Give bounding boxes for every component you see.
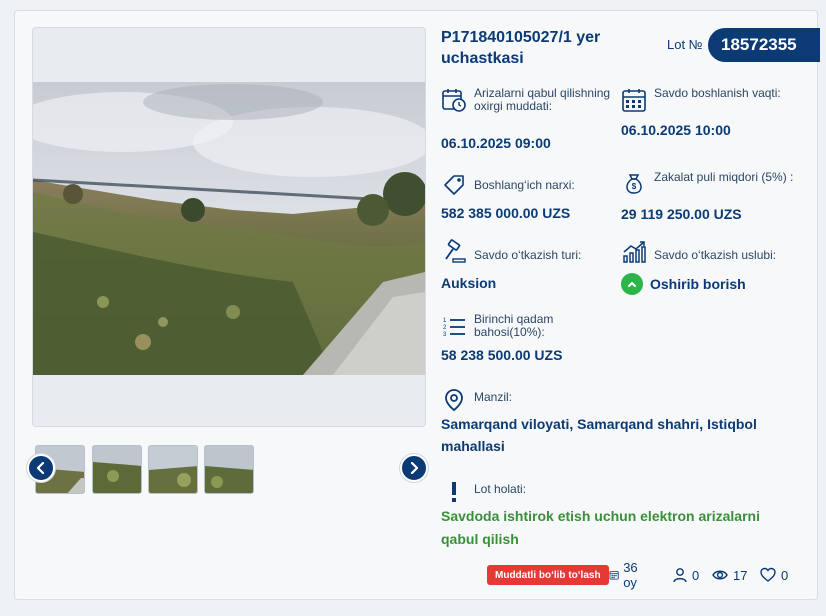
application-deadline-value: 06.10.2025 09:00: [441, 135, 551, 151]
lot-status-label: Lot holati:: [474, 482, 527, 496]
calendar-icon: [609, 571, 619, 580]
gallery-next-button[interactable]: [400, 454, 428, 482]
auction-type-value: Auksion: [441, 275, 497, 291]
svg-text:1: 1: [443, 318, 447, 324]
application-deadline-field: Arizalarni qabul qilishning oxirgi mudda…: [441, 86, 611, 152]
first-step-field: 123 Birinchi qadam bahosi(10%): 58 238 5…: [441, 312, 611, 364]
lot-number-badge: 18572355: [708, 28, 820, 62]
auction-type-label: Savdo o‘tkazish turi:: [474, 248, 582, 262]
application-deadline-label: Arizalarni qabul qilishning oxirgi mudda…: [474, 86, 611, 113]
chevron-up-icon: [621, 273, 643, 295]
auction-method-field: Savdo o‘tkazish uslubi: Oshirib borish: [621, 239, 801, 295]
svg-text:2: 2: [443, 325, 447, 331]
start-price-label: Boshlang‘ich narxi:: [474, 178, 575, 192]
participants-stat: 0: [672, 565, 699, 585]
money-bag-icon: $: [621, 171, 647, 197]
months-value: 36 oy: [623, 560, 638, 590]
thumbnail-4[interactable]: [204, 445, 254, 494]
auction-start-label: Savdo boshlanish vaqti:: [654, 86, 781, 100]
thumbnail-strip: [35, 445, 395, 495]
svg-text:$: $: [632, 182, 637, 191]
auction-start-field: Savdo boshlanish vaqti: 06.10.2025 10:00: [621, 86, 801, 139]
first-step-label: Birinchi qadam bahosi(10%):: [474, 312, 554, 339]
exclamation-icon: [441, 479, 467, 505]
address-field: Manzil:: [441, 387, 621, 413]
location-pin-icon: [441, 387, 467, 413]
user-icon: [673, 568, 687, 583]
svg-text:3: 3: [443, 332, 447, 338]
installment-months: 36 oy: [609, 560, 643, 590]
thumbnail-3[interactable]: [148, 445, 198, 494]
lot-status-field: Lot holati:: [441, 479, 621, 505]
participants-count: 0: [692, 567, 700, 583]
lot-title[interactable]: P171840105027/1 yer uchastkasi: [441, 27, 641, 69]
deposit-field: $ Zakalat puli miqdori (5%) : 29 119 250…: [621, 170, 801, 223]
price-tag-icon: [441, 171, 467, 197]
thumbnail-2[interactable]: [92, 445, 142, 494]
deposit-label: Zakalat puli miqdori (5%) :: [654, 170, 794, 184]
auction-type-field: Savdo o‘tkazish turi: Auksion: [441, 239, 611, 291]
gallery-prev-button[interactable]: [27, 454, 55, 482]
auction-method-value: Oshirib borish: [650, 276, 746, 292]
list-icon: 123: [441, 313, 467, 339]
deposit-value: 29 119 250.00 UZS: [621, 206, 742, 222]
heart-icon: [760, 567, 776, 582]
gavel-icon: [441, 239, 467, 265]
installment-badge: Muddatli bo‘lib to‘lash: [487, 565, 609, 585]
chevron-right-icon: [410, 462, 419, 474]
calendar-clock-icon: [441, 87, 467, 113]
auction-method-label: Savdo o‘tkazish uslubi:: [654, 248, 777, 262]
address-label: Manzil:: [474, 390, 513, 404]
rising-chart-icon: [621, 239, 647, 265]
start-price-field: Boshlang‘ich narxi: 582 385 000.00 UZS: [441, 171, 611, 221]
lot-number-label: Lot №: [667, 37, 703, 52]
lot-status-value: Savdoda ishtirok etish uchun elektron ar…: [441, 508, 760, 547]
start-price-value: 582 385 000.00 UZS: [441, 205, 571, 221]
chevron-left-icon: [36, 462, 45, 474]
auction-start-value: 06.10.2025 10:00: [621, 122, 731, 138]
eye-icon: [712, 570, 728, 580]
views-stat: 17: [711, 565, 747, 585]
address-value: Samarqand viloyati, Samarqand shahri, Is…: [441, 416, 757, 454]
favorite-button[interactable]: 0: [759, 565, 788, 585]
lot-card: P171840105027/1 yer uchastkasi Lot № 185…: [14, 10, 820, 600]
main-photo[interactable]: [32, 27, 426, 427]
favorites-count: 0: [781, 567, 789, 583]
calendar-grid-icon: [621, 87, 647, 113]
views-count: 17: [733, 567, 748, 583]
first-step-value: 58 238 500.00 UZS: [441, 347, 563, 363]
land-photo: [33, 82, 425, 375]
